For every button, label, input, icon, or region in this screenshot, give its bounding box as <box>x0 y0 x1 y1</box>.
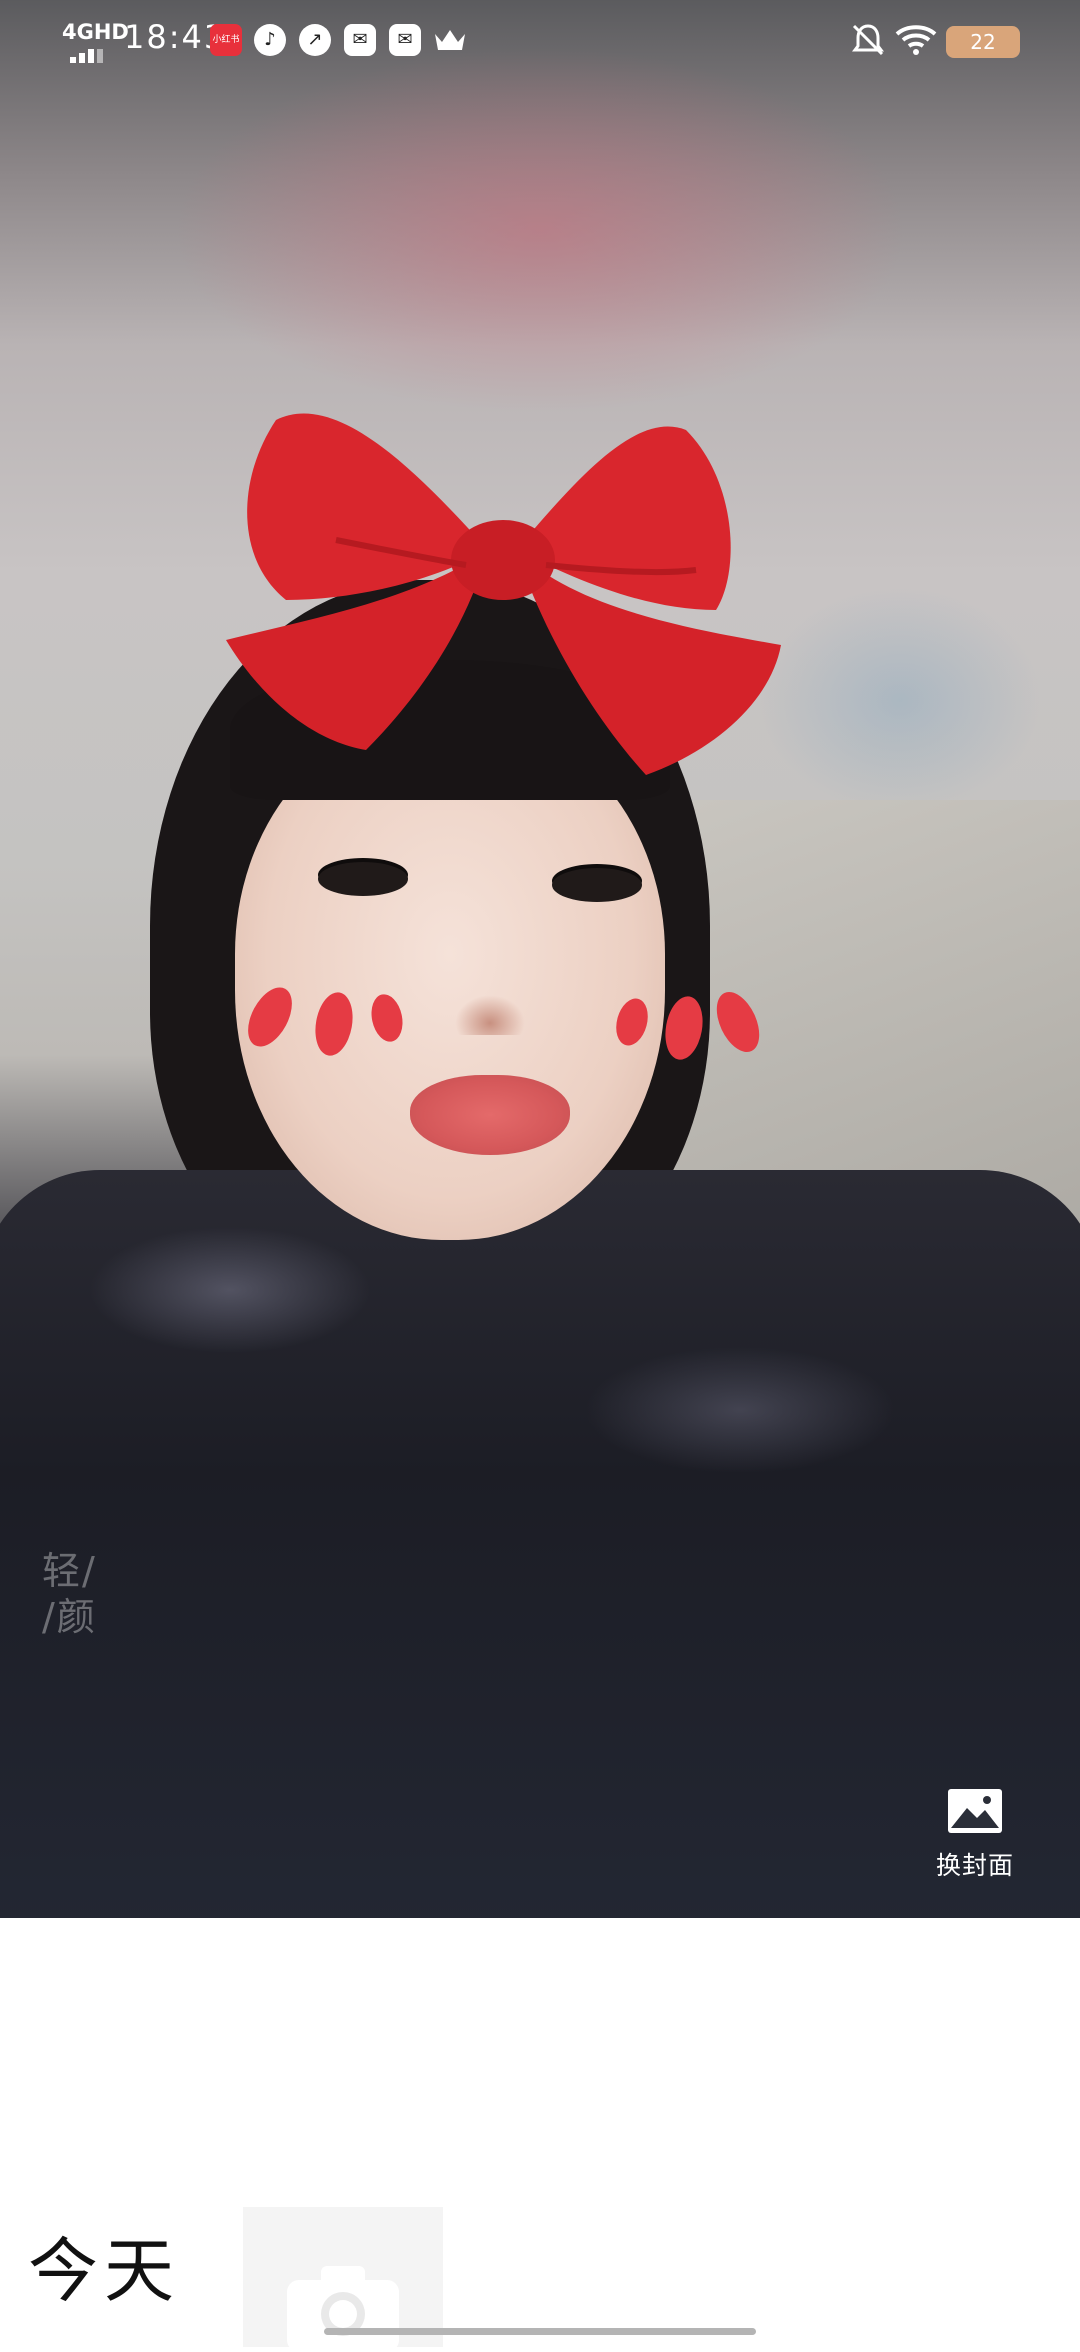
change-cover-button[interactable]: 换封面 <box>920 1788 1030 1882</box>
crown-icon <box>435 30 465 50</box>
today-heading: 今天 <box>28 2230 180 2312</box>
music-icon: ♪ <box>254 24 286 56</box>
red-bow-sticker <box>226 413 781 775</box>
status-bar: 4GHD 18:43 小红书 ♪ ↗ ✉ ✉ 22 <box>0 0 1080 80</box>
home-indicator[interactable] <box>324 2328 756 2335</box>
right-eye <box>552 868 642 902</box>
cover-photo[interactable]: 轻/ /颜 换封面 <box>0 0 1080 1918</box>
camera-icon <box>287 2266 399 2352</box>
mail-icon: ✉ <box>389 24 421 56</box>
mail-icon: ✉ <box>344 24 376 56</box>
image-icon <box>948 1789 1002 1833</box>
watermark: 轻/ /颜 <box>42 1549 97 1639</box>
black-jacket <box>0 1170 1080 1918</box>
change-cover-label: 换封面 <box>935 1851 1014 1880</box>
lips <box>410 1075 570 1155</box>
battery-indicator: 22 <box>946 26 1020 58</box>
speed-icon: ↗ <box>299 24 331 56</box>
signal-icon <box>70 44 106 63</box>
xiaohongshu-icon: 小红书 <box>210 24 242 56</box>
wifi-icon <box>895 25 937 55</box>
add-photo-button[interactable] <box>243 2207 443 2352</box>
nose <box>455 995 525 1035</box>
left-eye <box>318 862 408 896</box>
bell-muted-icon <box>852 24 884 56</box>
network-type: 4GHD <box>62 20 129 44</box>
